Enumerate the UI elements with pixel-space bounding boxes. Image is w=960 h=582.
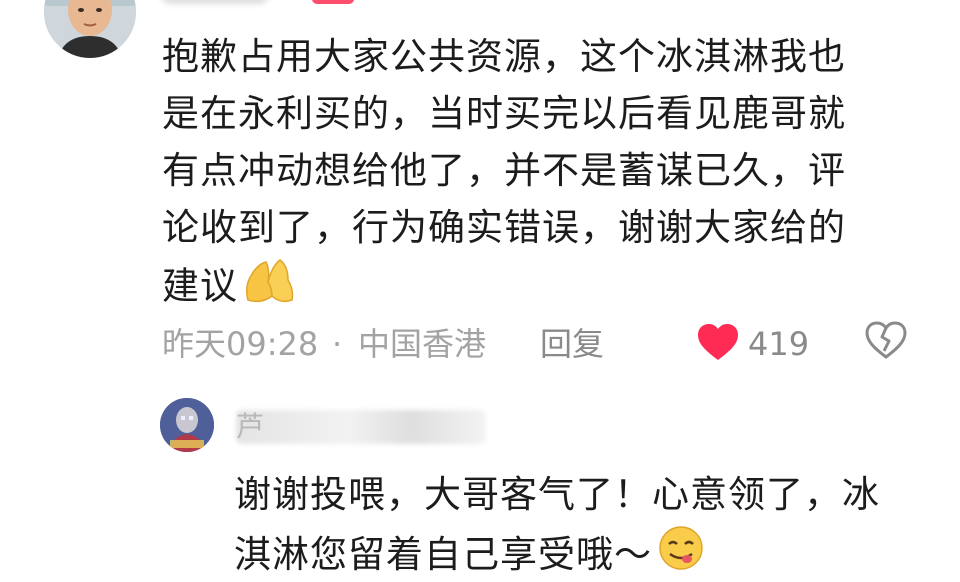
comment-line: 是在永利买的，当时买完以后看见鹿哥就 [162,92,846,135]
reply-button[interactable]: 回复 [540,318,604,370]
reply-body: 谢谢投喂，大哥客气了！心意领了，冰 淇淋您留着自己享受哦～ [234,466,954,582]
comment-line: 建议 [162,264,238,308]
reply-author-mask [236,410,486,444]
comment-line: 论收到了，行为确实错误，谢谢大家给的 [162,206,846,249]
reply-line-last: 淇淋您留着自己享受哦～ [234,524,954,582]
meta-separator: · [332,325,343,363]
reply-line: 淇淋您留着自己享受哦～ [234,533,652,576]
comment-line-last: 建议 [162,256,942,320]
avatar[interactable] [44,0,136,58]
comment-author-name[interactable] [160,0,270,4]
comment-meta: 昨天09:28 · 中国香港 回复 419 [162,318,942,370]
reply-author-name[interactable]: 芦 [236,410,264,444]
comment-body: 抱歉占用大家公共资源，这个冰淇淋我也 是在永利买的，当时买完以后看见鹿哥就 有点… [162,28,942,320]
like-count: 419 [748,325,810,363]
comment-time: 昨天09:28 [162,325,319,363]
comment-line: 抱歉占用大家公共资源，这个冰淇淋我也 [162,35,846,78]
face-savoring-food-icon [656,524,706,582]
broken-heart-icon[interactable] [864,320,908,375]
folded-hands-icon [242,256,298,320]
author-badge [312,0,354,4]
like-button[interactable]: 419 [696,322,809,366]
comment-thread: 抱歉占用大家公共资源，这个冰淇淋我也 是在永利买的，当时买完以后看见鹿哥就 有点… [0,0,960,582]
reply-line: 谢谢投喂，大哥客气了！心意领了，冰 [234,473,880,516]
comment-location: 中国香港 [358,325,487,363]
reply-avatar[interactable] [160,398,214,452]
comment-line: 有点冲动想给他了，并不是蓄谋已久，评 [162,149,846,192]
heart-icon [696,324,740,370]
